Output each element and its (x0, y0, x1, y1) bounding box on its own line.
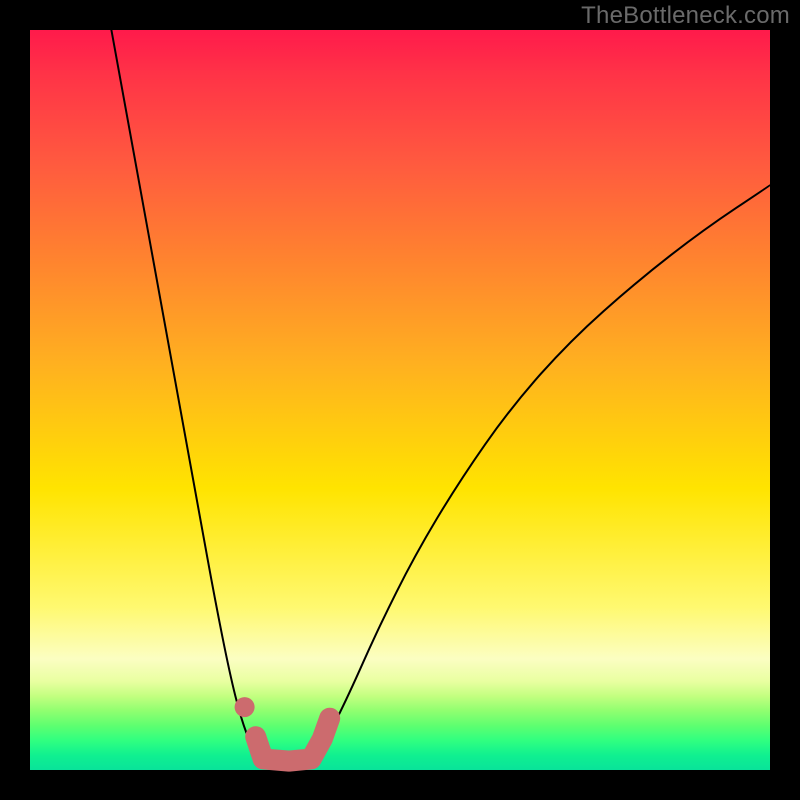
highlight-trough-dot (235, 697, 255, 717)
watermark-text: TheBottleneck.com (581, 2, 790, 30)
chart-svg (30, 30, 770, 770)
highlight-trough-path (256, 718, 330, 761)
curve-left (111, 30, 263, 763)
chart-plot-area (30, 30, 770, 770)
curve-right (311, 185, 770, 762)
